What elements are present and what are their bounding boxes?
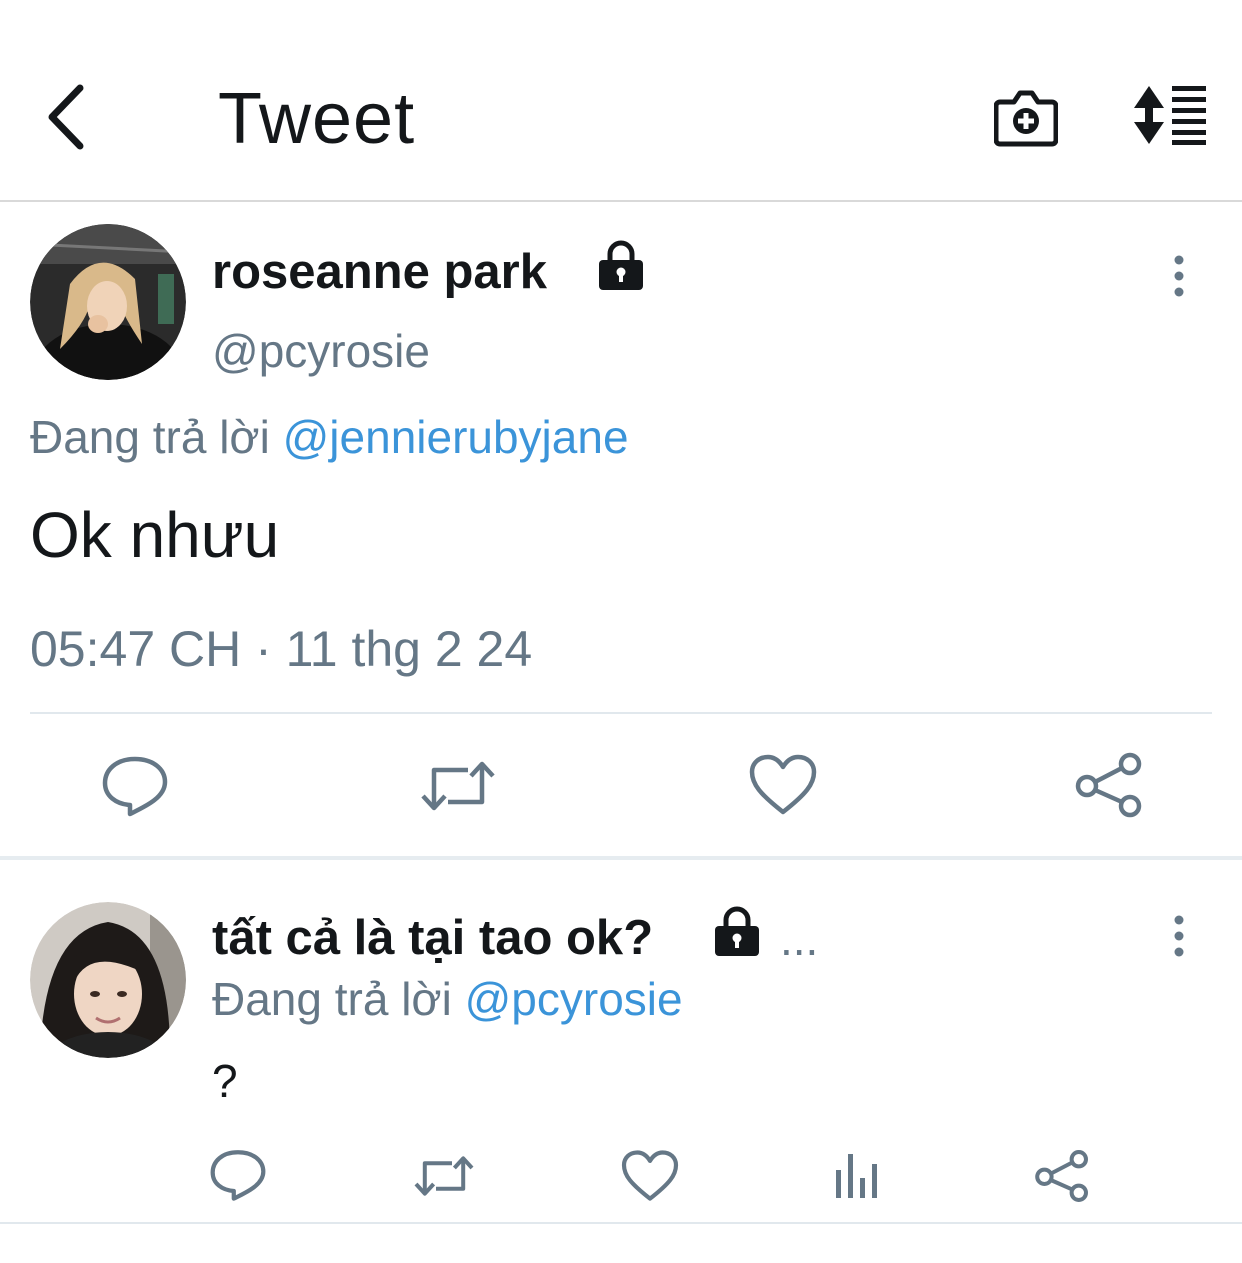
page-title: Tweet xyxy=(218,79,416,159)
replying-to-line: Đang trả lời @pcyrosie xyxy=(212,972,683,1026)
tweet-text: Ok nhưu xyxy=(30,499,280,571)
heart-icon[interactable] xyxy=(748,754,818,816)
tweet-text: ? xyxy=(212,1055,238,1107)
avatar[interactable] xyxy=(30,902,186,1058)
section-divider xyxy=(0,856,1242,860)
lock-icon xyxy=(715,906,759,956)
author-handle[interactable]: @pcyrosie xyxy=(212,324,430,378)
truncation-ellipsis: ... xyxy=(780,913,819,965)
replying-prefix: Đang trả lời xyxy=(30,411,270,463)
retweet-icon[interactable] xyxy=(412,1152,476,1200)
more-vertical-icon[interactable] xyxy=(1164,914,1194,958)
more-vertical-icon[interactable] xyxy=(1164,254,1194,298)
retweet-icon[interactable] xyxy=(420,756,496,816)
back-chevron-icon[interactable] xyxy=(42,82,92,152)
lock-icon xyxy=(599,240,643,290)
reply-icon[interactable] xyxy=(208,1148,268,1202)
divider xyxy=(0,1222,1242,1224)
share-icon[interactable] xyxy=(1034,1148,1090,1204)
share-icon[interactable] xyxy=(1074,752,1144,818)
avatar[interactable] xyxy=(30,224,186,380)
author-name[interactable]: tất cả là tại tao ok? xyxy=(212,910,653,966)
sort-list-icon[interactable] xyxy=(1132,84,1208,146)
analytics-icon[interactable] xyxy=(832,1150,882,1200)
tweet-timestamp: 05:47 CH · 11 thg 2 24 xyxy=(30,621,533,677)
reply-icon[interactable] xyxy=(100,754,170,818)
heart-icon[interactable] xyxy=(620,1150,680,1202)
replying-prefix: Đang trả lời xyxy=(212,973,452,1025)
mention-link[interactable]: @jennierubyjane xyxy=(283,411,629,463)
replying-to-line: Đang trả lời @jennierubyjane xyxy=(30,410,629,464)
mention-link[interactable]: @pcyrosie xyxy=(465,973,683,1025)
camera-plus-icon[interactable] xyxy=(994,86,1058,148)
author-name[interactable]: roseanne park xyxy=(212,244,547,300)
divider xyxy=(30,712,1212,714)
top-bar: Tweet xyxy=(0,0,1242,202)
